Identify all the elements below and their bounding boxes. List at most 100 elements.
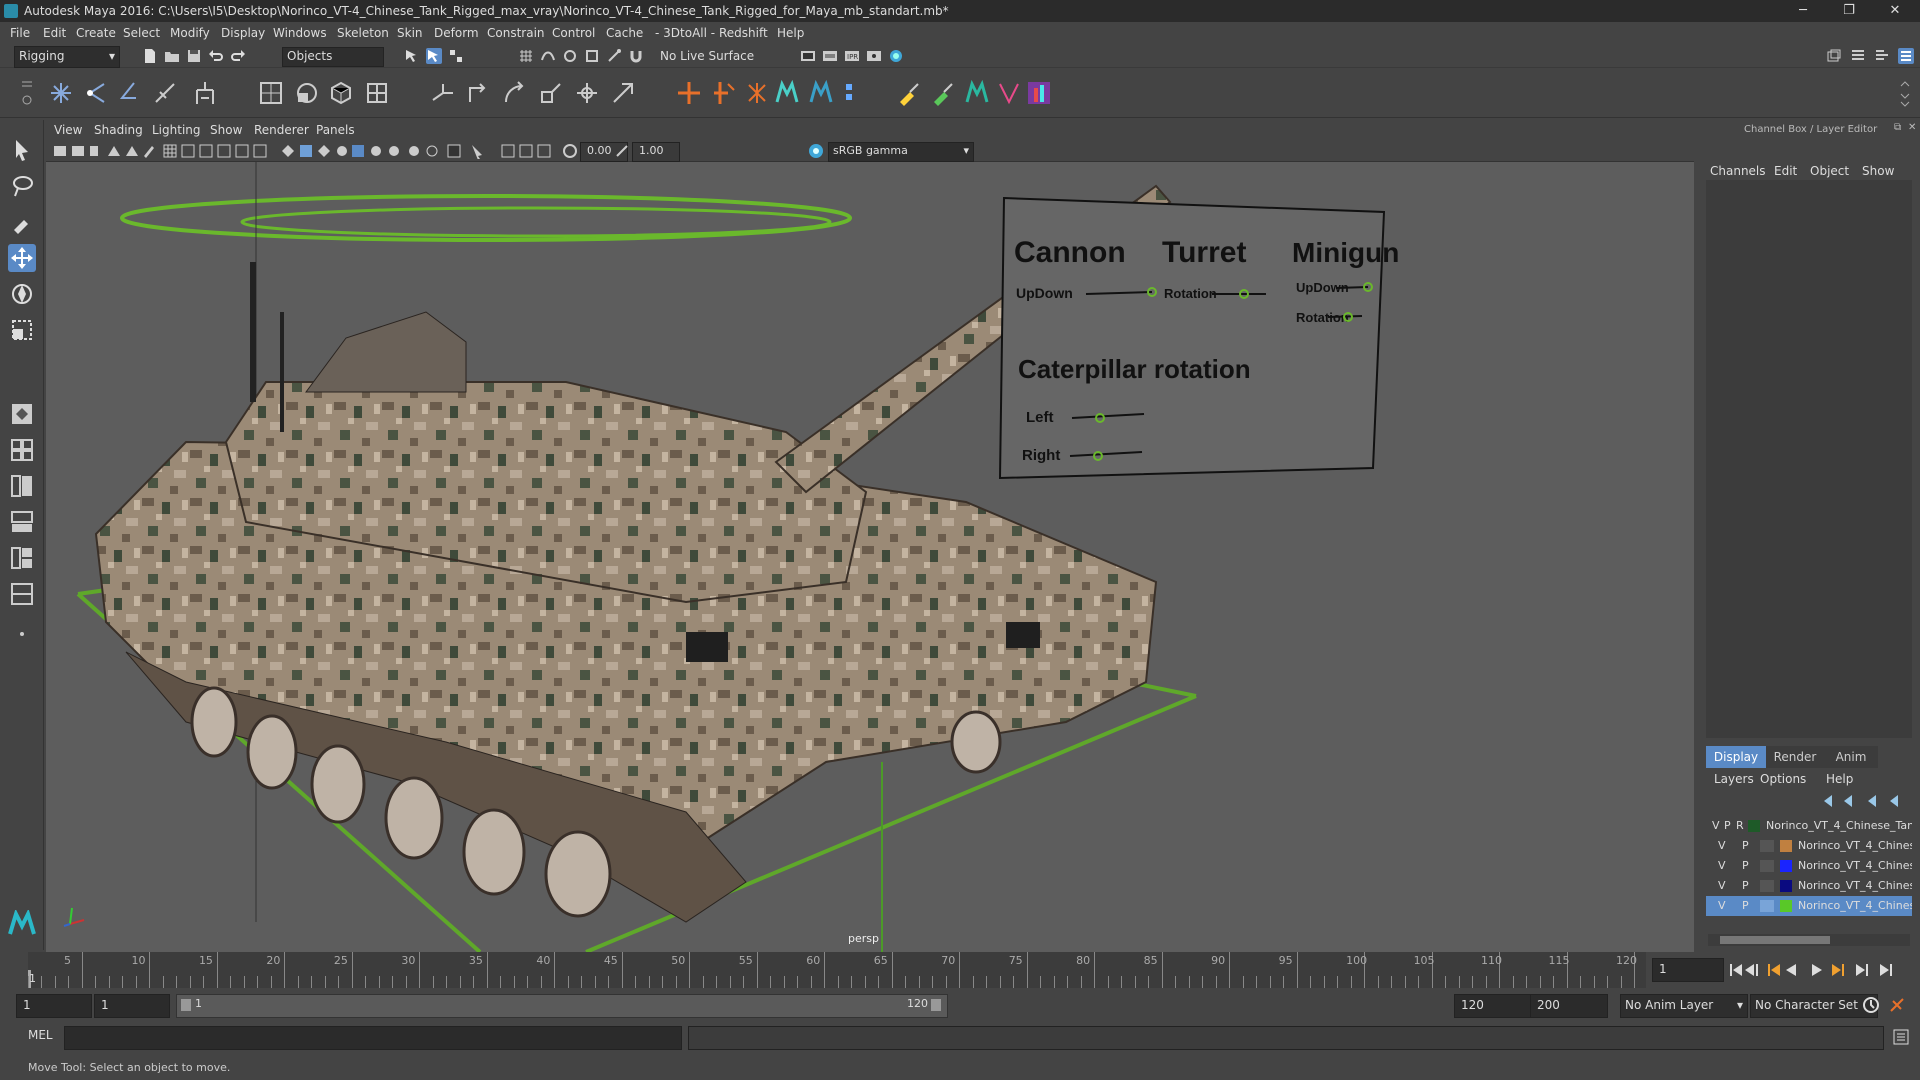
snap-grid-icon[interactable] <box>518 48 534 64</box>
rotate-tool-icon[interactable] <box>8 280 36 308</box>
menu-help[interactable]: Help <box>777 22 804 44</box>
snap-view-plane-icon[interactable] <box>584 48 600 64</box>
show-menu[interactable]: Show <box>1862 164 1894 178</box>
pole-vector-icon[interactable] <box>610 80 636 106</box>
auto-key-icon[interactable] <box>1862 996 1880 1014</box>
viewport-menu-renderer[interactable]: Renderer <box>254 120 309 140</box>
playback-start-field[interactable]: 1 <box>94 994 170 1018</box>
viewport-menu-shading[interactable]: Shading <box>94 120 143 140</box>
scale-constraint-icon[interactable] <box>538 80 564 106</box>
set-driven-key-icon[interactable] <box>712 80 738 106</box>
layer-row[interactable]: V P R Norinco_VT_4_Chinese_Tank <box>1706 816 1912 836</box>
gamma-icon[interactable] <box>614 143 630 159</box>
viewport-menu-lighting[interactable]: Lighting <box>152 120 201 140</box>
channels-list[interactable] <box>1706 180 1912 738</box>
color-management-icon[interactable] <box>808 143 824 159</box>
help-menu[interactable]: Help <box>1826 772 1853 786</box>
script-editor-icon[interactable] <box>1892 1028 1910 1046</box>
modeling-toolkit-icon[interactable] <box>1826 48 1842 64</box>
range-end-handle[interactable] <box>931 999 941 1011</box>
menu-skin[interactable]: Skin <box>397 22 423 44</box>
time-slider[interactable]: 1 5 10 15 20 25 30 35 40 45 50 55 60 65 70 75 80 85 90 95 1… <box>0 952 1920 990</box>
layer-playback[interactable]: P <box>1742 896 1749 916</box>
persp-graph-layout-icon[interactable] <box>8 508 36 536</box>
layer-type-box[interactable] <box>1760 880 1774 892</box>
hypershade-icon[interactable] <box>888 48 904 64</box>
layer-scrollbar[interactable] <box>1708 934 1910 946</box>
viewport-menu-show[interactable]: Show <box>210 120 242 140</box>
menu-windows[interactable]: Windows <box>273 22 327 44</box>
orient-joint-icon[interactable] <box>152 80 178 106</box>
snap-point-icon[interactable] <box>562 48 578 64</box>
redo-icon[interactable] <box>230 48 246 64</box>
undo-icon[interactable] <box>208 48 224 64</box>
exposure-icon[interactable] <box>562 143 578 159</box>
smooth-bind-icon[interactable] <box>294 80 320 106</box>
viewport-menu-panels[interactable]: Panels <box>316 120 355 140</box>
save-scene-icon[interactable] <box>186 48 202 64</box>
channels-menu[interactable]: Channels <box>1710 164 1766 178</box>
panel-float-icon[interactable]: ⧉ <box>1894 122 1901 133</box>
anim-prefs-icon[interactable] <box>1888 996 1906 1014</box>
viewport-scene[interactable]: Cannon Turret Minigun UpDown Rotation Up… <box>46 162 1694 954</box>
insert-joint-icon[interactable] <box>84 80 110 106</box>
viewport-icon-strip[interactable] <box>52 143 492 159</box>
layer-buttons-strip[interactable] <box>1820 792 1910 810</box>
menu-set-dropdown[interactable]: Rigging ▾ <box>14 46 120 68</box>
command-language-label[interactable]: MEL <box>28 1028 53 1042</box>
layer-playback[interactable]: P <box>1742 856 1749 876</box>
layer-type-box[interactable] <box>1760 860 1774 872</box>
layer-visibility[interactable]: V <box>1712 816 1720 836</box>
gamma-field[interactable]: 1.00 <box>632 142 680 162</box>
hik-character-icon[interactable] <box>774 80 800 106</box>
menu-display[interactable]: Display <box>221 22 265 44</box>
paint-select-tool-icon[interactable] <box>8 208 36 236</box>
options-menu[interactable]: Options <box>1760 772 1806 786</box>
paint-skin-icon[interactable] <box>930 80 956 106</box>
shelf-scroll-icon[interactable] <box>1898 78 1912 110</box>
layer-color-swatch[interactable] <box>1748 820 1760 832</box>
maximize-button[interactable]: ❐ <box>1826 0 1872 22</box>
more-layouts-icon[interactable] <box>8 620 36 648</box>
move-tool-icon[interactable] <box>8 244 36 272</box>
layer-row[interactable]: V P Norinco_VT_4_Chinese <box>1706 836 1912 856</box>
range-slider[interactable]: 1 120 <box>176 994 948 1018</box>
layer-visibility[interactable]: V <box>1718 836 1726 856</box>
menu-file[interactable]: File <box>10 22 30 44</box>
ipr-render-icon[interactable]: IPR <box>844 48 860 64</box>
new-scene-icon[interactable] <box>142 48 158 64</box>
edit-menu[interactable]: Edit <box>1774 164 1797 178</box>
locator-icon[interactable] <box>676 80 702 106</box>
single-perspective-layout-icon[interactable] <box>8 400 36 428</box>
shape-editor-icon[interactable] <box>1026 80 1052 106</box>
layer-type-box[interactable] <box>1760 900 1774 912</box>
ik-handle-icon[interactable] <box>192 80 218 106</box>
attribute-editor-icon[interactable] <box>1850 48 1866 64</box>
point-constraint-icon[interactable] <box>430 80 456 106</box>
custom-layout-icon[interactable] <box>8 580 36 608</box>
panel-close-icon[interactable]: ✕ <box>1908 122 1916 133</box>
mirror-joint-icon[interactable] <box>116 80 142 106</box>
turret-control-ring-inner[interactable] <box>240 206 832 238</box>
character-set-dropdown[interactable]: No Character Set <box>1750 994 1878 1018</box>
selection-mode-dropdown[interactable]: Objects <box>282 47 384 67</box>
tab-anim[interactable]: Anim <box>1824 746 1878 768</box>
parent-constraint-icon[interactable] <box>574 80 600 106</box>
orient-constraint-icon[interactable] <box>502 80 528 106</box>
hik-control-icon[interactable] <box>808 80 834 106</box>
color-space-dropdown[interactable]: sRGB gamma ▾ <box>828 142 974 162</box>
isolate-select-icon[interactable] <box>500 143 556 159</box>
shelf-options-icon[interactable] <box>20 78 34 108</box>
layer-row[interactable]: V P Norinco_VT_4_Chinese <box>1706 876 1912 896</box>
menu-3dtoall[interactable]: - 3DtoAll - <box>655 22 715 44</box>
layers-menu[interactable]: Layers <box>1714 772 1754 786</box>
hypershade-layout-icon[interactable] <box>8 544 36 572</box>
aim-constraint-icon[interactable] <box>466 80 492 106</box>
persp-outliner-layout-icon[interactable] <box>8 472 36 500</box>
playback-end-field[interactable]: 120 <box>1454 994 1532 1018</box>
render-settings-icon[interactable] <box>866 48 882 64</box>
close-button[interactable]: ✕ <box>1872 0 1918 22</box>
select-hierarchy-icon[interactable] <box>404 48 420 64</box>
menu-deform[interactable]: Deform <box>434 22 479 44</box>
layer-row[interactable]: V P Norinco_VT_4_Chinese <box>1706 856 1912 876</box>
